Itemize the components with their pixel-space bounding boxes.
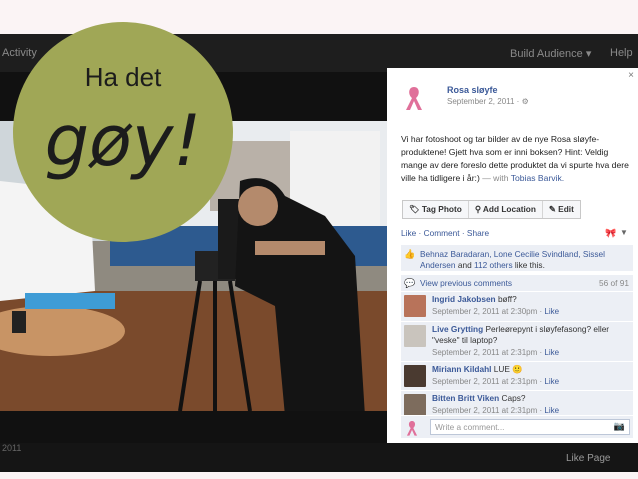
comment-like-link[interactable]: Like bbox=[544, 406, 559, 415]
comment-item: Ingrid Jakobsen bøff? September 2, 2011 … bbox=[401, 291, 633, 322]
comment-meta: September 2, 2011 at 2:30pm · Like bbox=[432, 307, 559, 316]
help-link[interactable]: Help bbox=[610, 47, 633, 59]
comment-time: September 2, 2011 at 2:31pm · bbox=[432, 348, 545, 357]
comment-meta: September 2, 2011 at 2:31pm · Like bbox=[432, 377, 559, 386]
comment-time: September 2, 2011 at 2:31pm · bbox=[432, 406, 545, 415]
tag-photo-button[interactable]: 🏷 Tag Photo bbox=[403, 201, 469, 218]
comment-like-link[interactable]: Like bbox=[544, 377, 559, 386]
badge-title-line-2: gøy! bbox=[44, 100, 202, 182]
likes-others-link[interactable]: 112 others bbox=[474, 260, 513, 270]
comment-meta: September 2, 2011 at 2:31pm · Like bbox=[432, 348, 559, 357]
activity-link[interactable]: Activity bbox=[2, 47, 37, 59]
comment-content: Bitten Britt Viken Caps? bbox=[432, 393, 630, 404]
view-previous-label[interactable]: View previous comments bbox=[420, 278, 512, 288]
with-prefix: — with bbox=[482, 173, 509, 183]
thumbs-up-icon: 👍 bbox=[404, 249, 416, 259]
post-detail-panel: × Rosa sløyfe September 2, 2011 · ⚙ Vi h… bbox=[387, 68, 638, 443]
pink-ribbon-icon[interactable] bbox=[403, 85, 425, 111]
likers-names[interactable]: Behnaz Baradaran, Lone Cecilie Svindland… bbox=[420, 249, 605, 270]
edit-button[interactable]: ✎ Edit bbox=[543, 201, 580, 218]
comment-item: Miriann Kildahl LUE 🙂 September 2, 2011 … bbox=[401, 361, 633, 391]
comment-text: Caps? bbox=[501, 393, 526, 403]
like-page-button[interactable]: Like Page bbox=[566, 453, 610, 464]
likes-text: Behnaz Baradaran, Lone Cecilie Svindland… bbox=[420, 249, 630, 271]
with-tag: — with Tobias Barvik. bbox=[482, 173, 564, 183]
badge-title-line-1: Ha det bbox=[84, 62, 162, 92]
like-comment-share-links[interactable]: Like · Comment · Share bbox=[401, 228, 489, 238]
comment-content: Live Grytting Perleørepynt i sløyfefason… bbox=[432, 324, 630, 346]
page-bottom-bar: 2011 Like Page bbox=[0, 443, 638, 472]
post-header: Rosa sløyfe September 2, 2011 · ⚙ bbox=[403, 83, 633, 113]
overlay-badge: Ha det gøy! bbox=[13, 22, 233, 242]
pencil-icon: ✎ bbox=[548, 204, 556, 214]
footer-strip bbox=[0, 472, 638, 479]
comment-text: LUE 🙂 bbox=[493, 364, 523, 374]
close-icon[interactable]: × bbox=[628, 70, 634, 81]
likes-and: and bbox=[457, 260, 472, 270]
tag-photo-label: Tag Photo bbox=[421, 204, 462, 214]
comment-time: September 2, 2011 at 2:31pm · bbox=[432, 377, 545, 386]
chevron-down-icon[interactable]: ▼ bbox=[620, 228, 628, 237]
build-audience-button[interactable]: Build Audience ▾ bbox=[510, 47, 591, 60]
pink-ribbon-icon bbox=[406, 421, 418, 436]
comment-input-placeholder: Write a comment... bbox=[435, 422, 505, 432]
likes-suffix: like this. bbox=[514, 260, 545, 270]
camera-icon[interactable]: 📷 bbox=[614, 421, 625, 432]
post-date[interactable]: September 2, 2011 · ⚙ bbox=[447, 97, 529, 106]
commenter-name[interactable]: Ingrid Jakobsen bbox=[432, 294, 496, 304]
page-author-name[interactable]: Rosa sløyfe bbox=[447, 85, 498, 95]
write-comment-row: Write a comment... 📷 bbox=[401, 416, 633, 438]
avatar[interactable] bbox=[404, 394, 426, 415]
comment-content: Miriann Kildahl LUE 🙂 bbox=[432, 364, 630, 375]
ribbon-selector-icon[interactable]: 🎀 bbox=[605, 228, 616, 239]
likes-summary: 👍 Behnaz Baradaran, Lone Cecilie Svindla… bbox=[401, 245, 633, 271]
commenter-name[interactable]: Live Grytting bbox=[432, 324, 483, 334]
comment-count: 56 of 91 bbox=[599, 278, 629, 288]
view-previous-comments[interactable]: 💬 View previous comments 56 of 91 bbox=[401, 274, 633, 291]
location-pin-icon: ⚲ bbox=[474, 204, 481, 214]
commenter-name[interactable]: Bitten Britt Viken bbox=[432, 393, 499, 403]
comment-meta: September 2, 2011 at 2:31pm · Like bbox=[432, 406, 559, 415]
bottom-left-tag: 2011 bbox=[2, 443, 22, 453]
commenter-name[interactable]: Miriann Kildahl bbox=[432, 364, 491, 374]
comment-text: bøff? bbox=[497, 294, 517, 304]
add-location-button[interactable]: ⚲ Add Location bbox=[469, 201, 543, 218]
photo-actions: 🏷 Tag Photo ⚲ Add Location ✎ Edit bbox=[402, 200, 581, 219]
comment-input[interactable]: Write a comment... 📷 bbox=[430, 419, 630, 435]
tag-icon: 🏷 bbox=[409, 204, 420, 214]
post-body: Vi har fotoshoot og tar bilder av de nye… bbox=[401, 133, 631, 185]
avatar[interactable] bbox=[404, 365, 426, 387]
comment-bubble-icon: 💬 bbox=[404, 278, 416, 288]
comment-like-link[interactable]: Like bbox=[544, 348, 559, 357]
tagged-person-link[interactable]: Tobias Barvik. bbox=[511, 173, 565, 183]
comment-like-link[interactable]: Like bbox=[544, 307, 559, 316]
edit-label: Edit bbox=[558, 204, 574, 214]
comment-time: September 2, 2011 at 2:30pm · bbox=[432, 307, 545, 316]
comment-content: Ingrid Jakobsen bøff? bbox=[432, 294, 630, 305]
avatar[interactable] bbox=[404, 325, 426, 347]
avatar[interactable] bbox=[404, 295, 426, 317]
comment-item: Live Grytting Perleørepynt i sløyfefason… bbox=[401, 321, 633, 362]
add-location-label: Add Location bbox=[482, 204, 536, 214]
comment-item: Bitten Britt Viken Caps? September 2, 20… bbox=[401, 390, 633, 415]
